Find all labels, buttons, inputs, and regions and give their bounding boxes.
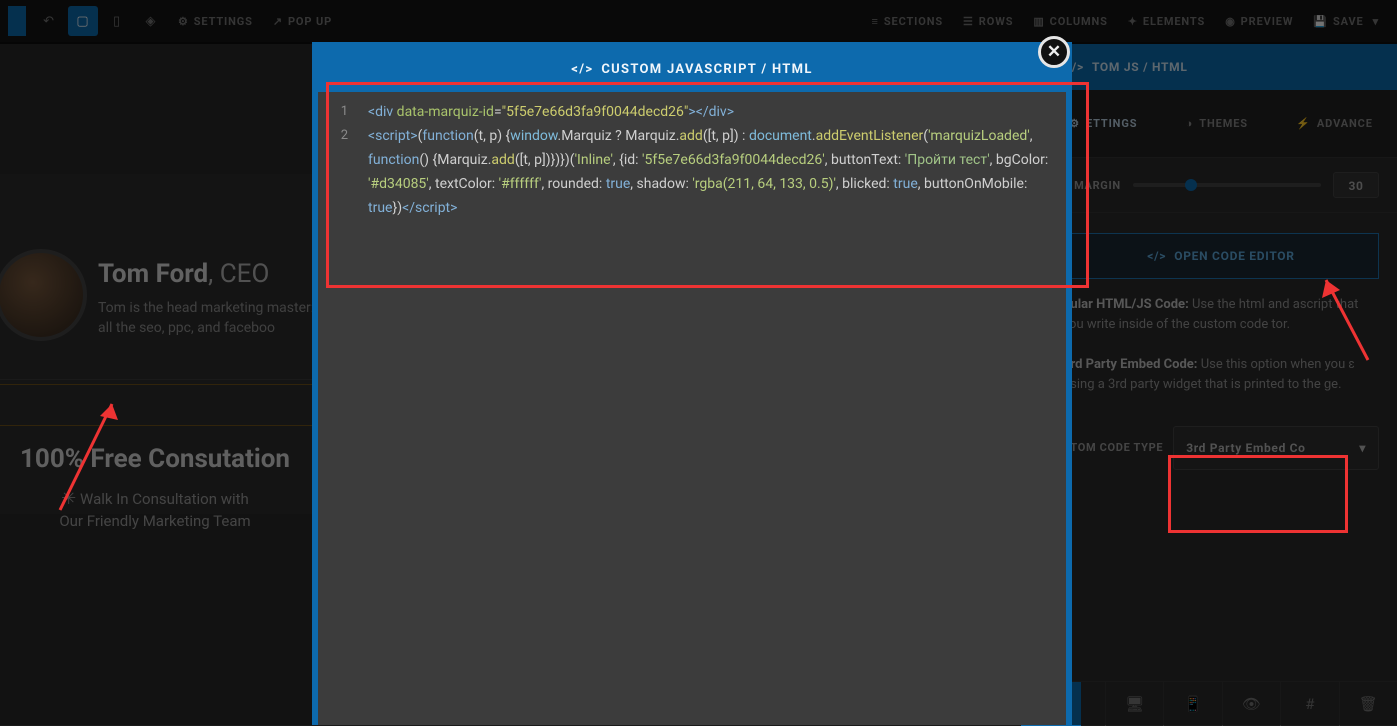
code-line-1: <div data-marquiz-id="5f5e7e66d3fa9f0044… xyxy=(364,100,1066,124)
close-modal-button[interactable]: ✕ xyxy=(1038,36,1070,68)
code-editor-modal: </> CUSTOM JAVASCRIPT / HTML 1 2 <div da… xyxy=(312,42,1072,725)
line-number: 2 xyxy=(318,124,348,148)
close-icon: ✕ xyxy=(1047,42,1061,62)
line-number: 1 xyxy=(318,100,348,124)
line-gutter: 1 2 xyxy=(318,100,356,148)
code-line-2: <script>(function(t, p) {window.Marquiz … xyxy=(364,124,1066,220)
modal-title: CUSTOM JAVASCRIPT / HTML xyxy=(601,62,812,77)
code-editor[interactable]: 1 2 <div data-marquiz-id="5f5e7e66d3fa9f… xyxy=(318,92,1066,725)
code-icon: </> xyxy=(571,62,593,77)
modal-header: </> CUSTOM JAVASCRIPT / HTML xyxy=(318,46,1066,92)
